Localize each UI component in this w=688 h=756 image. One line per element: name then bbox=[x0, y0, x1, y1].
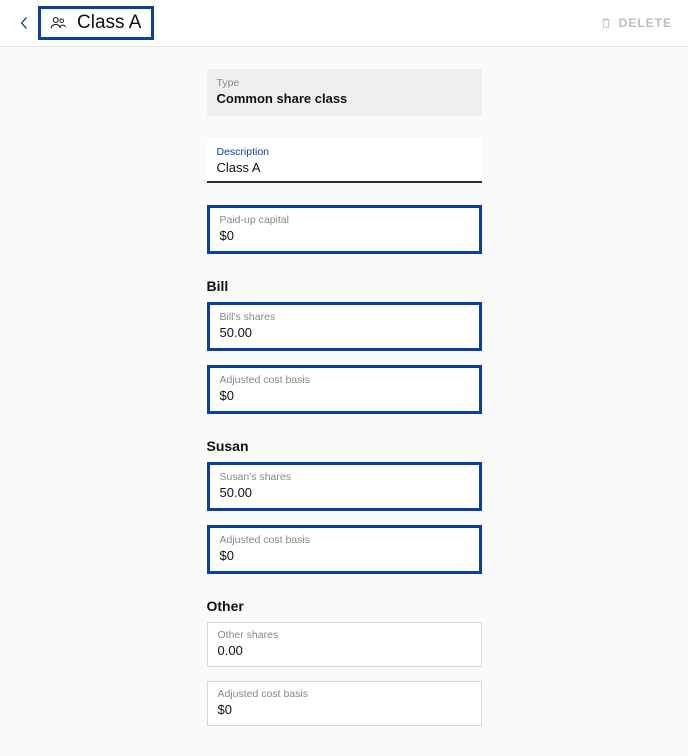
form-content: Type Common share class Description Clas… bbox=[0, 47, 688, 756]
description-field[interactable]: Description Class A bbox=[207, 138, 482, 183]
page-title: Class A bbox=[77, 12, 141, 34]
shares-value: 0.00 bbox=[218, 643, 471, 658]
back-button[interactable] bbox=[16, 15, 32, 31]
shares-field[interactable]: Other shares 0.00 bbox=[207, 622, 482, 667]
trash-icon bbox=[599, 16, 613, 30]
shares-label: Susan's shares bbox=[220, 471, 469, 483]
type-field: Type Common share class bbox=[207, 69, 482, 116]
description-value: Class A bbox=[217, 160, 472, 175]
type-value: Common share class bbox=[217, 91, 472, 106]
shareholder-heading: Other bbox=[207, 598, 482, 614]
acb-label: Adjusted cost basis bbox=[220, 374, 469, 386]
acb-field[interactable]: Adjusted cost basis $0 bbox=[207, 681, 482, 726]
people-icon bbox=[49, 14, 67, 32]
shareholder-heading: Susan bbox=[207, 438, 482, 454]
shares-field[interactable]: Susan's shares 50.00 bbox=[207, 462, 482, 511]
page-header: Class A DELETE bbox=[0, 0, 688, 47]
shares-field[interactable]: Bill's shares 50.00 bbox=[207, 302, 482, 351]
shares-label: Other shares bbox=[218, 629, 471, 641]
acb-value: $0 bbox=[218, 702, 471, 717]
paid-up-capital-value: $0 bbox=[220, 228, 469, 243]
acb-value: $0 bbox=[220, 548, 469, 563]
paid-up-capital-label: Paid-up capital bbox=[220, 214, 469, 226]
chevron-left-icon bbox=[20, 16, 28, 30]
acb-field[interactable]: Adjusted cost basis $0 bbox=[207, 365, 482, 414]
acb-field[interactable]: Adjusted cost basis $0 bbox=[207, 525, 482, 574]
type-label: Type bbox=[217, 77, 472, 89]
description-label: Description bbox=[217, 146, 472, 158]
shareholder-heading: Bill bbox=[207, 278, 482, 294]
shares-value: 50.00 bbox=[220, 485, 469, 500]
shares-value: 50.00 bbox=[220, 325, 469, 340]
acb-value: $0 bbox=[220, 388, 469, 403]
acb-label: Adjusted cost basis bbox=[220, 534, 469, 546]
title-container: Class A bbox=[38, 6, 154, 40]
paid-up-capital-field[interactable]: Paid-up capital $0 bbox=[207, 205, 482, 254]
delete-label: DELETE bbox=[619, 16, 672, 30]
delete-button[interactable]: DELETE bbox=[599, 16, 672, 30]
shares-label: Bill's shares bbox=[220, 311, 469, 323]
acb-label: Adjusted cost basis bbox=[218, 688, 471, 700]
